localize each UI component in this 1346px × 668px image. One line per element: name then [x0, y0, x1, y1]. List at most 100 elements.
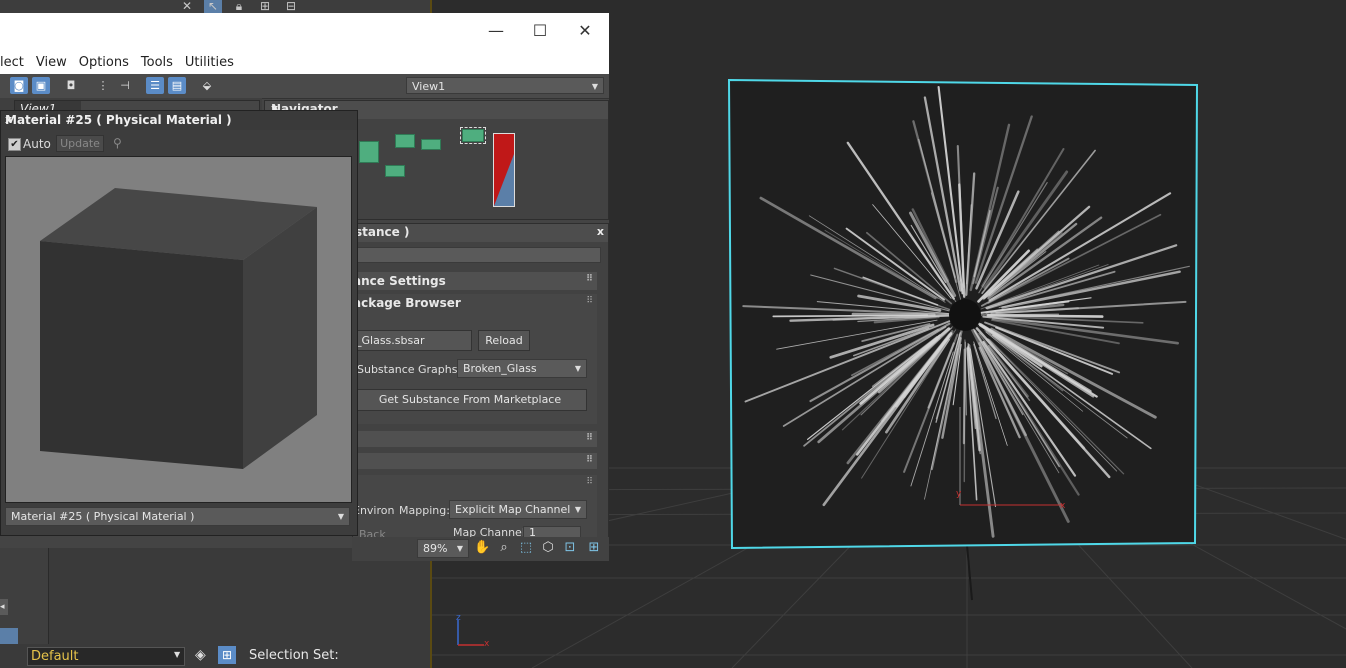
hierarchy-icon[interactable]: ⊞ — [256, 0, 274, 13]
menu-tools[interactable]: Tools — [141, 55, 173, 70]
parameter-editor-icon[interactable]: ▤ — [168, 77, 186, 94]
select-icon[interactable]: ↖ — [204, 0, 222, 13]
layout-icon[interactable]: ⋮ — [94, 77, 112, 94]
nav-node-selected[interactable] — [460, 127, 486, 144]
grid-center-line — [966, 544, 973, 601]
local-axis-x-label: x — [1060, 501, 1066, 511]
nav-node[interactable] — [359, 141, 379, 163]
top-toolbar-icons: ✕ ↖ 🔒︎ ⊞ ⊟ — [178, 0, 300, 13]
nav-node[interactable] — [385, 165, 405, 177]
layers-icon[interactable]: ◈ — [195, 647, 206, 663]
pan-to-selected-icon[interactable]: ⊞ — [586, 540, 602, 556]
material-preview-render — [5, 156, 352, 503]
rollout-grip-icon: ⠿ — [585, 433, 593, 443]
background-icon[interactable]: ◘ — [62, 77, 80, 94]
left-panel-tab[interactable] — [0, 628, 18, 644]
material-preview-window: Material #25 ( Physical Material ) x ✔ A… — [0, 110, 358, 536]
auto-label: Auto — [23, 137, 51, 151]
rollout-grip-icon: ⠿ — [585, 274, 593, 284]
auto-checkbox[interactable]: ✔ — [8, 138, 21, 151]
show-shaded-icon[interactable]: ◙ — [10, 77, 28, 94]
mapping-value: Explicit Map Channel — [455, 503, 571, 516]
material-select-value: Material #25 ( Physical Material ) — [11, 510, 195, 523]
rollout-collapsed-2[interactable]: ⠿ — [353, 453, 597, 469]
maximize-button[interactable]: ☐ — [518, 18, 562, 44]
layer-field[interactable]: Default — [27, 647, 185, 666]
link-icon[interactable]: ⊟ — [282, 0, 300, 13]
nav-node[interactable] — [421, 139, 441, 150]
view-selector-dropdown[interactable]: View1 ▼ — [406, 77, 604, 94]
chevron-down-icon: ▼ — [574, 364, 581, 373]
zoom-magnifier-icon[interactable]: ⌕ — [496, 540, 512, 556]
layout-children-icon[interactable]: ⊣ — [116, 77, 134, 94]
zoom-dropdown[interactable]: 89% ▼ — [417, 539, 469, 558]
chevron-down-icon: ▼ — [574, 505, 581, 514]
close-icon[interactable]: ✕ — [178, 0, 196, 13]
show-map-icon[interactable]: ▣ — [32, 77, 50, 94]
minimize-button[interactable]: — — [474, 18, 518, 44]
rollout-substance-settings-label: ance Settings — [353, 274, 446, 288]
material-name-field[interactable] — [353, 247, 601, 263]
rollout-package-browser-label: ackage Browser — [353, 296, 461, 310]
nav-node[interactable] — [395, 134, 415, 148]
gizmo-z-label: z — [456, 613, 461, 623]
coordinates-rollout: ⠿ Environ Mapping: Explicit Map Channel … — [353, 475, 597, 538]
environ-label[interactable]: Environ — [353, 504, 394, 517]
local-axis-y-label: y — [956, 489, 962, 499]
zoom-extents-selected-icon[interactable]: ⊡ — [562, 540, 578, 556]
texture-center — [949, 299, 981, 331]
menu-utilities[interactable]: Utilities — [185, 55, 234, 70]
substance-graphs-label: Substance Graphs: — [357, 363, 462, 376]
chevron-down-icon[interactable]: ▼ — [174, 650, 180, 659]
slate-toolbar: ◙ ▣ ◘ ⋮ ⊣ ☰ ▤ ⬙ View1 ▼ — [0, 74, 609, 99]
glass-crack-line — [986, 313, 1104, 318]
pan-hand-icon[interactable]: ✋ — [474, 540, 490, 556]
zoom-extents-icon[interactable]: ⬡ — [540, 540, 556, 556]
rollout-grip-icon: ⠿ — [586, 296, 593, 306]
view-selector-value: View1 — [412, 80, 446, 93]
menu-bar: lect View Options Tools Utilities — [0, 50, 609, 74]
reload-button[interactable]: Reload — [478, 330, 530, 351]
bottom-status-bar: Default ▼ ◈ ⊞ Selection Set: — [0, 644, 430, 668]
rollout-substance-settings[interactable]: ance Settings ⠿ — [353, 272, 597, 290]
glass-crack-line — [962, 348, 966, 445]
update-button[interactable]: Update — [56, 135, 104, 152]
zoom-value: 89% — [423, 542, 448, 555]
auto-update-row: ✔ Auto Update ⚲ — [1, 133, 357, 153]
close-window-button[interactable]: ✕ — [563, 18, 607, 44]
rollout-grip-icon: ⠿ — [585, 455, 593, 465]
package-browser-rollout: ackage Browser ⠿ _Glass.sbsar Reload Sub… — [353, 294, 597, 424]
menu-select[interactable]: lect — [0, 55, 24, 70]
substance-graph-dropdown[interactable]: Broken_Glass ▼ — [457, 359, 587, 378]
substance-parameter-panel: stance ) x ance Settings ⠿ ackage Browse… — [352, 223, 609, 539]
select-by-material-icon[interactable]: ⬙ — [198, 77, 216, 94]
material-select-dropdown[interactable]: Material #25 ( Physical Material ) ▼ — [5, 507, 350, 526]
chevron-down-icon: ▼ — [456, 544, 463, 553]
lock-icon[interactable]: 🔒︎ — [230, 0, 248, 13]
substance-title: stance ) — [355, 225, 410, 239]
navigator-view-frame[interactable] — [493, 133, 515, 207]
substance-titlebar: stance ) x — [353, 224, 608, 242]
package-file-button[interactable]: _Glass.sbsar — [353, 330, 472, 351]
zoom-region-icon[interactable]: ⬚ — [518, 540, 534, 556]
window-titlebar: — ☐ ✕ — [0, 13, 609, 50]
material-preview-close-button[interactable]: x — [5, 113, 351, 126]
mapping-dropdown[interactable]: Explicit Map Channel ▼ — [449, 500, 587, 519]
get-substance-marketplace-button[interactable]: Get Substance From Marketplace — [353, 389, 587, 411]
rollout-collapsed-1[interactable]: ⠿ — [353, 431, 597, 447]
menu-options[interactable]: Options — [79, 55, 129, 70]
pin-icon[interactable]: ⚲ — [113, 136, 122, 150]
material-map-browser-icon[interactable]: ☰ — [146, 77, 164, 94]
substance-graph-value: Broken_Glass — [463, 362, 537, 375]
substance-close-button[interactable]: x — [597, 225, 604, 238]
material-preview-titlebar: Material #25 ( Physical Material ) x — [1, 111, 357, 130]
mapping-label: Mapping: — [399, 504, 450, 517]
chevron-down-icon: ▼ — [337, 512, 344, 521]
menu-view[interactable]: View — [36, 55, 67, 70]
gizmo-x-label: x — [484, 639, 490, 649]
glass-crack-line — [851, 312, 936, 317]
slate-status-bar: 89% ▼ ✋ ⌕ ⬚ ⬡ ⊡ ⊞ — [352, 537, 609, 561]
scroll-left-arrow-icon[interactable]: ◂ — [0, 599, 8, 615]
selection-set-label: Selection Set: — [249, 648, 339, 663]
scene-explorer-icon[interactable]: ⊞ — [218, 646, 236, 664]
